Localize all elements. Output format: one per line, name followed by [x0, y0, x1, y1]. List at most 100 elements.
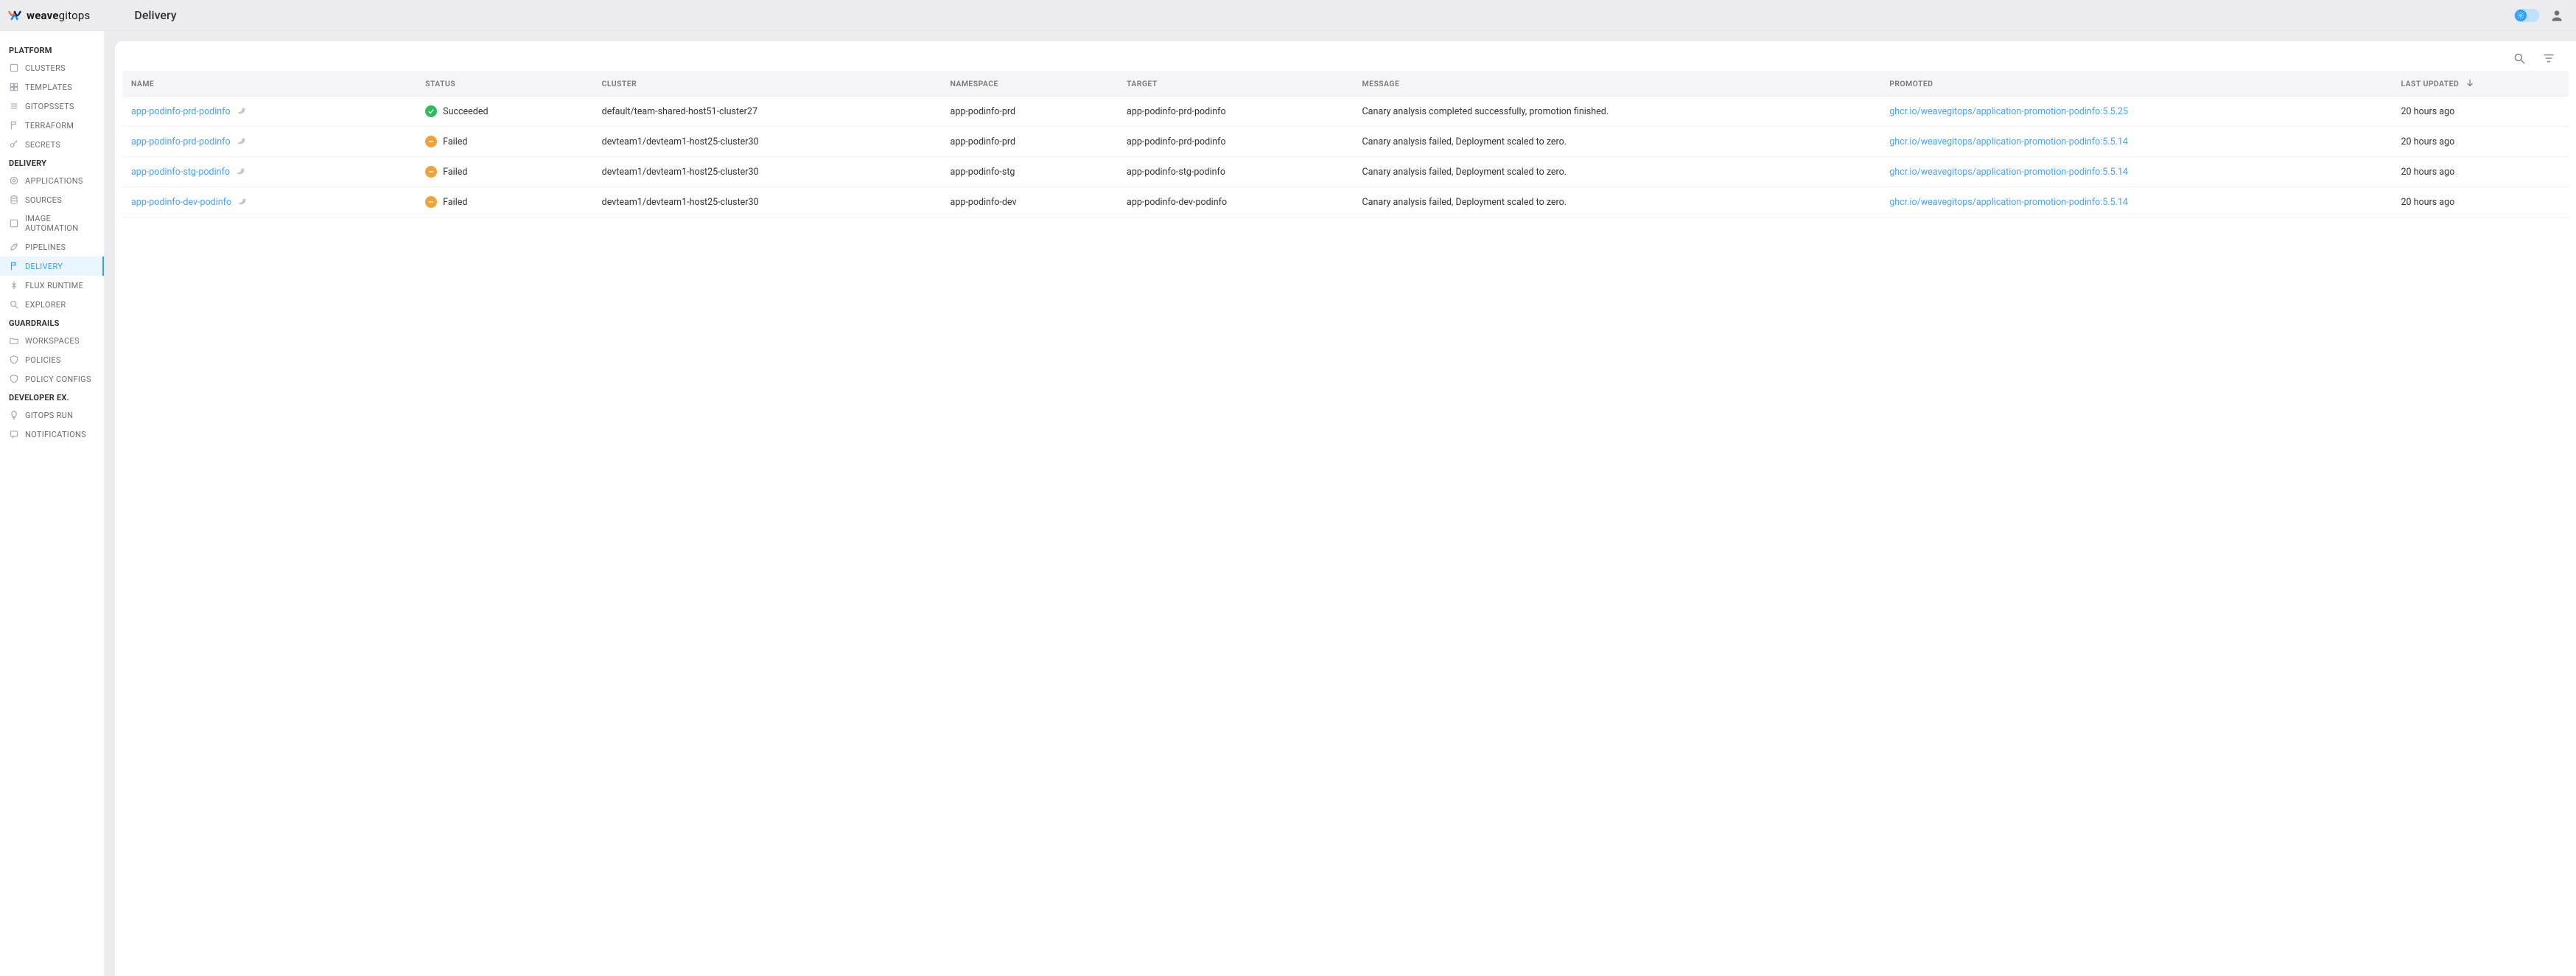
policy-configs-icon: [9, 374, 19, 384]
column-header-cluster[interactable]: CLUSTER: [593, 71, 942, 97]
table-toolbar: [115, 49, 2576, 71]
content-area: NAMESTATUSCLUSTERNAMESPACETARGETMESSAGEP…: [105, 31, 2576, 976]
sidebar-item-policy-configs[interactable]: POLICY CONFIGS: [0, 369, 104, 388]
sidebar-item-sources[interactable]: SOURCES: [0, 190, 104, 209]
sidebar-item-label: SOURCES: [25, 195, 62, 205]
sidebar-item-terraform[interactable]: TERRAFORM: [0, 116, 104, 135]
cell-last-updated: 20 hours ago: [2392, 97, 2569, 127]
sidebar-item-delivery[interactable]: DELIVERY: [0, 257, 104, 276]
column-header-target[interactable]: TARGET: [1118, 71, 1354, 97]
canary-icon: [236, 166, 248, 178]
promoted-link[interactable]: ghcr.io/weavegitops/application-promotio…: [1889, 167, 2128, 178]
column-header-last-updated[interactable]: LAST UPDATED: [2392, 71, 2569, 97]
templates-icon: [9, 82, 19, 92]
sidebar-item-label: TERRAFORM: [25, 121, 74, 130]
cell-message: Canary analysis failed, Deployment scale…: [1354, 157, 1881, 187]
sidebar-item-explorer[interactable]: EXPLORER: [0, 295, 104, 314]
sidebar-item-clusters[interactable]: CLUSTERS: [0, 58, 104, 77]
cell-last-updated: 20 hours ago: [2392, 127, 2569, 157]
sidebar-item-label: DELIVERY: [25, 262, 63, 271]
column-header-message[interactable]: MESSAGE: [1354, 71, 1881, 97]
sort-desc-icon: [2465, 78, 2475, 88]
cell-last-updated: 20 hours ago: [2392, 157, 2569, 187]
cell-target: app-podinfo-stg-podinfo: [1118, 157, 1354, 187]
page-title: Delivery: [134, 8, 176, 22]
sidebar-item-image-automation[interactable]: IMAGE AUTOMATION: [0, 209, 104, 237]
sidebar-item-gitopssets[interactable]: GITOPSSETS: [0, 97, 104, 116]
workspaces-icon: [9, 335, 19, 346]
cell-target: app-podinfo-prd-podinfo: [1118, 127, 1354, 157]
filter-icon[interactable]: [2542, 52, 2555, 65]
sidebar-item-flux-runtime[interactable]: FLUX RUNTIME: [0, 276, 104, 295]
sidebar-section-label: DEVELOPER EX.: [0, 388, 104, 405]
gitopssets-icon: [9, 101, 19, 111]
flux-icon: [9, 280, 19, 290]
sidebar-item-policies[interactable]: POLICIES: [0, 350, 104, 369]
status-failed-icon: [425, 196, 437, 208]
sidebar-item-secrets[interactable]: SECRETS: [0, 135, 104, 154]
delivery-name-link[interactable]: app-podinfo-prd-podinfo: [131, 106, 231, 117]
cell-message: Canary analysis completed successfully, …: [1354, 97, 1881, 127]
cell-cluster: devteam1/devteam1-host25-cluster30: [593, 157, 942, 187]
notifications-icon: [9, 429, 19, 439]
sidebar-item-workspaces[interactable]: WORKSPACES: [0, 331, 104, 350]
cell-last-updated: 20 hours ago: [2392, 187, 2569, 217]
cell-cluster: default/team-shared-host51-cluster27: [593, 97, 942, 127]
secrets-icon: [9, 139, 19, 150]
promoted-link[interactable]: ghcr.io/weavegitops/application-promotio…: [1889, 136, 2128, 147]
canary-icon: [237, 105, 248, 117]
cell-namespace: app-podinfo-stg: [942, 157, 1119, 187]
sidebar-item-pipelines[interactable]: PIPELINES: [0, 237, 104, 257]
table-row: app-podinfo-prd-podinfo Failed devteam1/de…: [122, 127, 2569, 157]
theme-toggle[interactable]: [2514, 9, 2539, 22]
sidebar-section-label: DELIVERY: [0, 154, 104, 171]
sun-icon: [2517, 12, 2524, 19]
topbar: weavegitops Delivery: [0, 0, 2576, 31]
sidebar-item-label: WORKSPACES: [25, 336, 80, 346]
sidebar-item-gitops-run[interactable]: GITOPS RUN: [0, 405, 104, 425]
sidebar-item-label: POLICIES: [25, 355, 61, 365]
canary-icon: [237, 196, 249, 208]
pipelines-icon: [9, 242, 19, 252]
sidebar-item-templates[interactable]: TEMPLATES: [0, 77, 104, 97]
clusters-icon: [9, 63, 19, 73]
sidebar-item-label: GITOPS RUN: [25, 411, 73, 420]
status-label: Failed: [443, 136, 467, 147]
table-row: app-podinfo-stg-podinfo Failed devteam1/de…: [122, 157, 2569, 187]
delivery-name-link[interactable]: app-podinfo-prd-podinfo: [131, 136, 231, 147]
sidebar-item-label: FLUX RUNTIME: [25, 281, 83, 290]
delivery-name-link[interactable]: app-podinfo-stg-podinfo: [131, 167, 230, 178]
cell-cluster: devteam1/devteam1-host25-cluster30: [593, 127, 942, 157]
cell-namespace: app-podinfo-dev: [942, 187, 1119, 217]
user-icon[interactable]: [2549, 8, 2564, 23]
status-label: Succeeded: [443, 106, 488, 117]
gitops-run-icon: [9, 410, 19, 420]
promoted-link[interactable]: ghcr.io/weavegitops/application-promotio…: [1889, 106, 2128, 117]
terraform-icon: [9, 120, 19, 130]
delivery-name-link[interactable]: app-podinfo-dev-podinfo: [131, 197, 231, 208]
delivery-icon: [9, 261, 19, 271]
sidebar-item-label: POLICY CONFIGS: [25, 374, 91, 384]
table-row: app-podinfo-dev-podinfoFaileddevteam1/de…: [122, 187, 2569, 217]
sidebar-item-applications[interactable]: APPLICATIONS: [0, 171, 104, 190]
column-header-promoted[interactable]: PROMOTED: [1880, 71, 2392, 97]
promoted-link[interactable]: ghcr.io/weavegitops/application-promotio…: [1889, 197, 2128, 208]
applications-icon: [9, 175, 19, 186]
cell-cluster: devteam1/devteam1-host25-cluster30: [593, 187, 942, 217]
sidebar-item-label: APPLICATIONS: [25, 176, 83, 186]
sidebar-section-label: PLATFORM: [0, 41, 104, 58]
column-header-namespace[interactable]: NAMESPACE: [942, 71, 1119, 97]
status-success-icon: [425, 105, 437, 117]
column-header-name[interactable]: NAME: [122, 71, 416, 97]
brand[interactable]: weavegitops: [7, 8, 90, 23]
sources-icon: [9, 195, 19, 205]
sidebar-item-notifications[interactable]: NOTIFICATIONS: [0, 425, 104, 444]
sidebar-item-label: EXPLORER: [25, 300, 66, 310]
status-label: Failed: [443, 167, 467, 178]
weave-logo-icon: [7, 8, 22, 23]
status-failed-icon: [425, 166, 437, 178]
sidebar-item-label: GITOPSSETS: [25, 102, 74, 111]
sidebar-item-label: IMAGE AUTOMATION: [25, 214, 95, 233]
search-icon[interactable]: [2513, 52, 2526, 65]
column-header-status[interactable]: STATUS: [416, 71, 593, 97]
